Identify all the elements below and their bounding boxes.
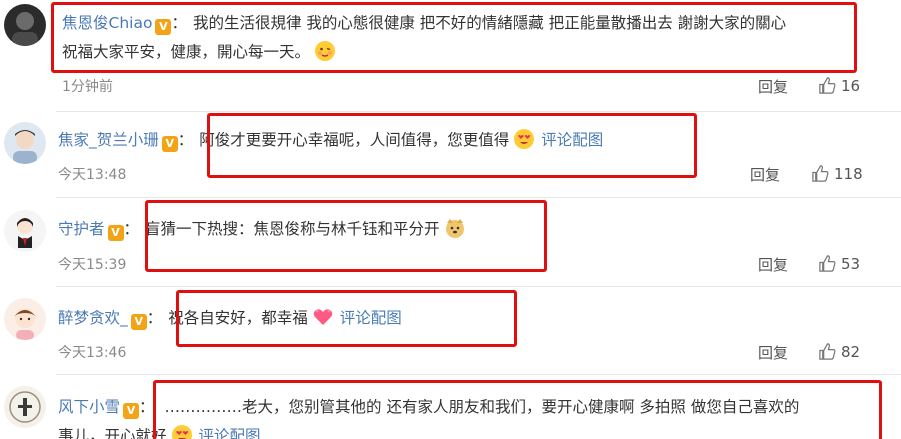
heart-eyes-emoji-icon <box>513 128 535 150</box>
comment-line: 焦家_贺兰小珊 V： 阿俊才更要开心幸福呢，人间值得，您更值得 评论配图 <box>58 128 603 152</box>
avatar[interactable] <box>4 122 46 164</box>
reply-button[interactable]: 回复 <box>758 76 788 97</box>
comment-image-link[interactable]: 评论配图 <box>541 131 603 149</box>
avatar[interactable] <box>4 4 46 46</box>
comment-username[interactable]: 风下小雪 <box>58 398 120 416</box>
comment-text: 祝福大家平安，健康，開心每一天。 <box>62 43 311 61</box>
thumbs-up-icon <box>819 343 836 360</box>
comment-time: 今天15:39 <box>58 257 127 273</box>
comment-line: 焦恩俊Chiao V： 我的生活很規律 我的心態很健康 把不好的情緒隱藏 把正能量散… <box>62 12 786 35</box>
comment-time: 1分钟前 <box>62 79 113 95</box>
thumbs-up-icon <box>819 77 836 94</box>
comment-image-link[interactable]: 评论配图 <box>340 309 402 327</box>
heart-eyes-emoji-icon <box>171 424 193 439</box>
comment-text: 我的生活很規律 我的心態很健康 把不好的情緒隱藏 把正能量散播出去 謝謝大家的關… <box>192 14 787 32</box>
comment-image-link[interactable]: 评论配图 <box>199 427 261 439</box>
comment-line: 风下小雪 V： ……………老大，您别管其他的 还有家人朋友和我们，要开心健康啊 多拍… <box>58 396 799 419</box>
reply-button[interactable]: 回复 <box>758 254 788 275</box>
divider <box>56 374 901 375</box>
comment-time: 今天13:48 <box>58 167 127 183</box>
comment-colon: ： <box>123 220 140 238</box>
verified-badge-icon: V <box>155 19 172 35</box>
comment-username[interactable]: 焦恩俊Chiao <box>62 14 152 32</box>
comment-username[interactable]: 焦家_贺兰小珊 <box>58 131 159 149</box>
comment-colon: ： <box>146 309 163 327</box>
like-button[interactable]: 118 <box>811 164 863 183</box>
like-button[interactable]: 82 <box>818 342 860 361</box>
like-count: 118 <box>834 164 863 183</box>
comment-time: 今天13:46 <box>58 345 127 361</box>
avatar[interactable] <box>4 298 46 340</box>
thumbs-up-icon <box>819 255 836 272</box>
like-count: 53 <box>841 254 861 273</box>
comment-text: 事儿，开心就好 <box>58 427 167 439</box>
avatar[interactable] <box>4 386 46 428</box>
like-count: 82 <box>841 342 861 361</box>
comment-line: 守护者 V： 盲猜一下热搜：焦恩俊称与林千钰和平分开 <box>58 217 466 241</box>
verified-badge-icon: V <box>161 136 178 152</box>
blush-emoji-icon <box>314 40 336 62</box>
avatar[interactable] <box>4 210 46 252</box>
thumbs-up-icon <box>812 165 829 182</box>
comment-line: 事儿，开心就好 评论配图 <box>58 424 261 439</box>
comment-colon: ： <box>139 398 155 416</box>
hearts-emoji-icon <box>312 306 334 328</box>
like-button[interactable]: 53 <box>818 254 860 273</box>
comment-line: 醉梦贪欢_ V： 祝各自安好，都幸福 评论配图 <box>58 306 402 330</box>
comment-line: 祝福大家平安，健康，開心每一天。 <box>62 40 336 63</box>
comment-text: 盲猜一下热搜：焦恩俊称与林千钰和平分开 <box>145 220 440 238</box>
reply-button[interactable]: 回复 <box>750 164 780 185</box>
comment-username[interactable]: 守护者 <box>58 220 105 238</box>
doge-emoji-icon <box>444 217 466 239</box>
verified-badge-icon: V <box>123 403 140 419</box>
divider <box>56 286 901 287</box>
reply-button[interactable]: 回复 <box>758 342 788 363</box>
comment-colon: ： <box>171 14 187 32</box>
verified-badge-icon: V <box>107 225 124 241</box>
like-count: 16 <box>841 76 861 95</box>
comment-colon: ： <box>177 131 194 149</box>
verified-badge-icon: V <box>130 314 147 330</box>
divider <box>56 197 901 198</box>
comment-text: 祝各自安好，都幸福 <box>168 309 308 327</box>
comment-text: 阿俊才更要开心幸福呢，人间值得，您更值得 <box>199 131 510 149</box>
divider <box>56 111 901 112</box>
like-button[interactable]: 16 <box>818 76 860 95</box>
comment-username[interactable]: 醉梦贪欢_ <box>58 309 128 327</box>
comment-text: ……………老大，您别管其他的 还有家人朋友和我们，要开心健康啊 多拍照 做您自己… <box>164 398 800 416</box>
